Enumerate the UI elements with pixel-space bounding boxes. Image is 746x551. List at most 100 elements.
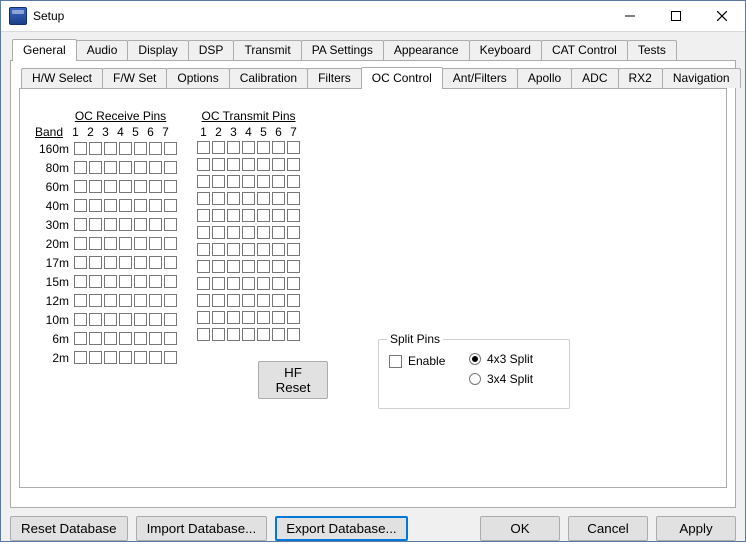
tab-tests[interactable]: Tests	[627, 40, 677, 60]
oc-checkbox[interactable]	[149, 199, 162, 212]
oc-checkbox[interactable]	[104, 161, 117, 174]
oc-checkbox[interactable]	[104, 275, 117, 288]
oc-checkbox[interactable]	[257, 277, 270, 290]
oc-checkbox[interactable]	[287, 277, 300, 290]
oc-checkbox[interactable]	[272, 175, 285, 188]
subtab-ant-filters[interactable]: Ant/Filters	[442, 68, 518, 88]
oc-checkbox[interactable]	[242, 141, 255, 154]
oc-checkbox[interactable]	[242, 277, 255, 290]
oc-checkbox[interactable]	[89, 199, 102, 212]
subtab-rx2[interactable]: RX2	[618, 68, 663, 88]
oc-checkbox[interactable]	[134, 237, 147, 250]
oc-checkbox[interactable]	[134, 351, 147, 364]
tab-appearance[interactable]: Appearance	[383, 40, 470, 60]
oc-checkbox[interactable]	[212, 158, 225, 171]
oc-checkbox[interactable]	[89, 161, 102, 174]
oc-checkbox[interactable]	[104, 313, 117, 326]
oc-checkbox[interactable]	[227, 175, 240, 188]
oc-checkbox[interactable]	[257, 226, 270, 239]
subtab-navigation[interactable]: Navigation	[662, 68, 741, 88]
oc-checkbox[interactable]	[227, 243, 240, 256]
oc-checkbox[interactable]	[257, 243, 270, 256]
oc-checkbox[interactable]	[164, 313, 177, 326]
oc-checkbox[interactable]	[119, 237, 132, 250]
oc-checkbox[interactable]	[164, 351, 177, 364]
oc-checkbox[interactable]	[272, 294, 285, 307]
oc-checkbox[interactable]	[89, 294, 102, 307]
oc-checkbox[interactable]	[227, 311, 240, 324]
oc-checkbox[interactable]	[242, 243, 255, 256]
oc-checkbox[interactable]	[74, 351, 87, 364]
oc-checkbox[interactable]	[74, 332, 87, 345]
oc-checkbox[interactable]	[149, 351, 162, 364]
oc-checkbox[interactable]	[197, 192, 210, 205]
oc-checkbox[interactable]	[287, 209, 300, 222]
oc-checkbox[interactable]	[227, 158, 240, 171]
oc-checkbox[interactable]	[89, 332, 102, 345]
oc-checkbox[interactable]	[242, 158, 255, 171]
oc-checkbox[interactable]	[119, 275, 132, 288]
oc-checkbox[interactable]	[164, 180, 177, 193]
oc-checkbox[interactable]	[134, 218, 147, 231]
oc-checkbox[interactable]	[212, 294, 225, 307]
oc-checkbox[interactable]	[149, 313, 162, 326]
oc-checkbox[interactable]	[164, 332, 177, 345]
tab-cat-control[interactable]: CAT Control	[541, 40, 628, 60]
oc-checkbox[interactable]	[149, 237, 162, 250]
oc-checkbox[interactable]	[212, 260, 225, 273]
oc-checkbox[interactable]	[272, 277, 285, 290]
oc-checkbox[interactable]	[149, 294, 162, 307]
subtab-oc-control[interactable]: OC Control	[361, 67, 443, 89]
oc-checkbox[interactable]	[149, 180, 162, 193]
tab-audio[interactable]: Audio	[76, 40, 129, 60]
oc-checkbox[interactable]	[287, 175, 300, 188]
oc-checkbox[interactable]	[287, 226, 300, 239]
oc-checkbox[interactable]	[272, 209, 285, 222]
oc-checkbox[interactable]	[74, 199, 87, 212]
oc-checkbox[interactable]	[212, 192, 225, 205]
oc-checkbox[interactable]	[119, 180, 132, 193]
oc-checkbox[interactable]	[212, 175, 225, 188]
oc-checkbox[interactable]	[212, 141, 225, 154]
oc-checkbox[interactable]	[119, 161, 132, 174]
oc-checkbox[interactable]	[212, 277, 225, 290]
oc-checkbox[interactable]	[227, 226, 240, 239]
oc-checkbox[interactable]	[257, 294, 270, 307]
subtab-options[interactable]: Options	[166, 68, 229, 88]
subtab-f-w-set[interactable]: F/W Set	[102, 68, 167, 88]
import-database-button[interactable]: Import Database...	[136, 516, 268, 541]
oc-checkbox[interactable]	[164, 237, 177, 250]
oc-checkbox[interactable]	[104, 218, 117, 231]
oc-checkbox[interactable]	[212, 226, 225, 239]
oc-checkbox[interactable]	[89, 313, 102, 326]
hf-reset-button[interactable]: HF Reset	[258, 361, 328, 399]
oc-checkbox[interactable]	[287, 294, 300, 307]
oc-checkbox[interactable]	[134, 199, 147, 212]
oc-checkbox[interactable]	[149, 332, 162, 345]
oc-checkbox[interactable]	[104, 294, 117, 307]
oc-checkbox[interactable]	[74, 142, 87, 155]
oc-checkbox[interactable]	[149, 161, 162, 174]
reset-database-button[interactable]: Reset Database	[10, 516, 128, 541]
oc-checkbox[interactable]	[149, 256, 162, 269]
oc-checkbox[interactable]	[134, 180, 147, 193]
cancel-button[interactable]: Cancel	[568, 516, 648, 541]
oc-checkbox[interactable]	[287, 243, 300, 256]
oc-checkbox[interactable]	[242, 209, 255, 222]
oc-checkbox[interactable]	[164, 199, 177, 212]
oc-checkbox[interactable]	[89, 218, 102, 231]
oc-checkbox[interactable]	[134, 294, 147, 307]
oc-checkbox[interactable]	[164, 294, 177, 307]
oc-checkbox[interactable]	[272, 328, 285, 341]
oc-checkbox[interactable]	[272, 243, 285, 256]
oc-checkbox[interactable]	[89, 180, 102, 193]
oc-checkbox[interactable]	[257, 311, 270, 324]
oc-checkbox[interactable]	[119, 142, 132, 155]
oc-checkbox[interactable]	[74, 180, 87, 193]
oc-checkbox[interactable]	[227, 277, 240, 290]
oc-checkbox[interactable]	[212, 311, 225, 324]
oc-checkbox[interactable]	[134, 275, 147, 288]
oc-checkbox[interactable]	[257, 175, 270, 188]
oc-checkbox[interactable]	[287, 141, 300, 154]
oc-checkbox[interactable]	[89, 275, 102, 288]
